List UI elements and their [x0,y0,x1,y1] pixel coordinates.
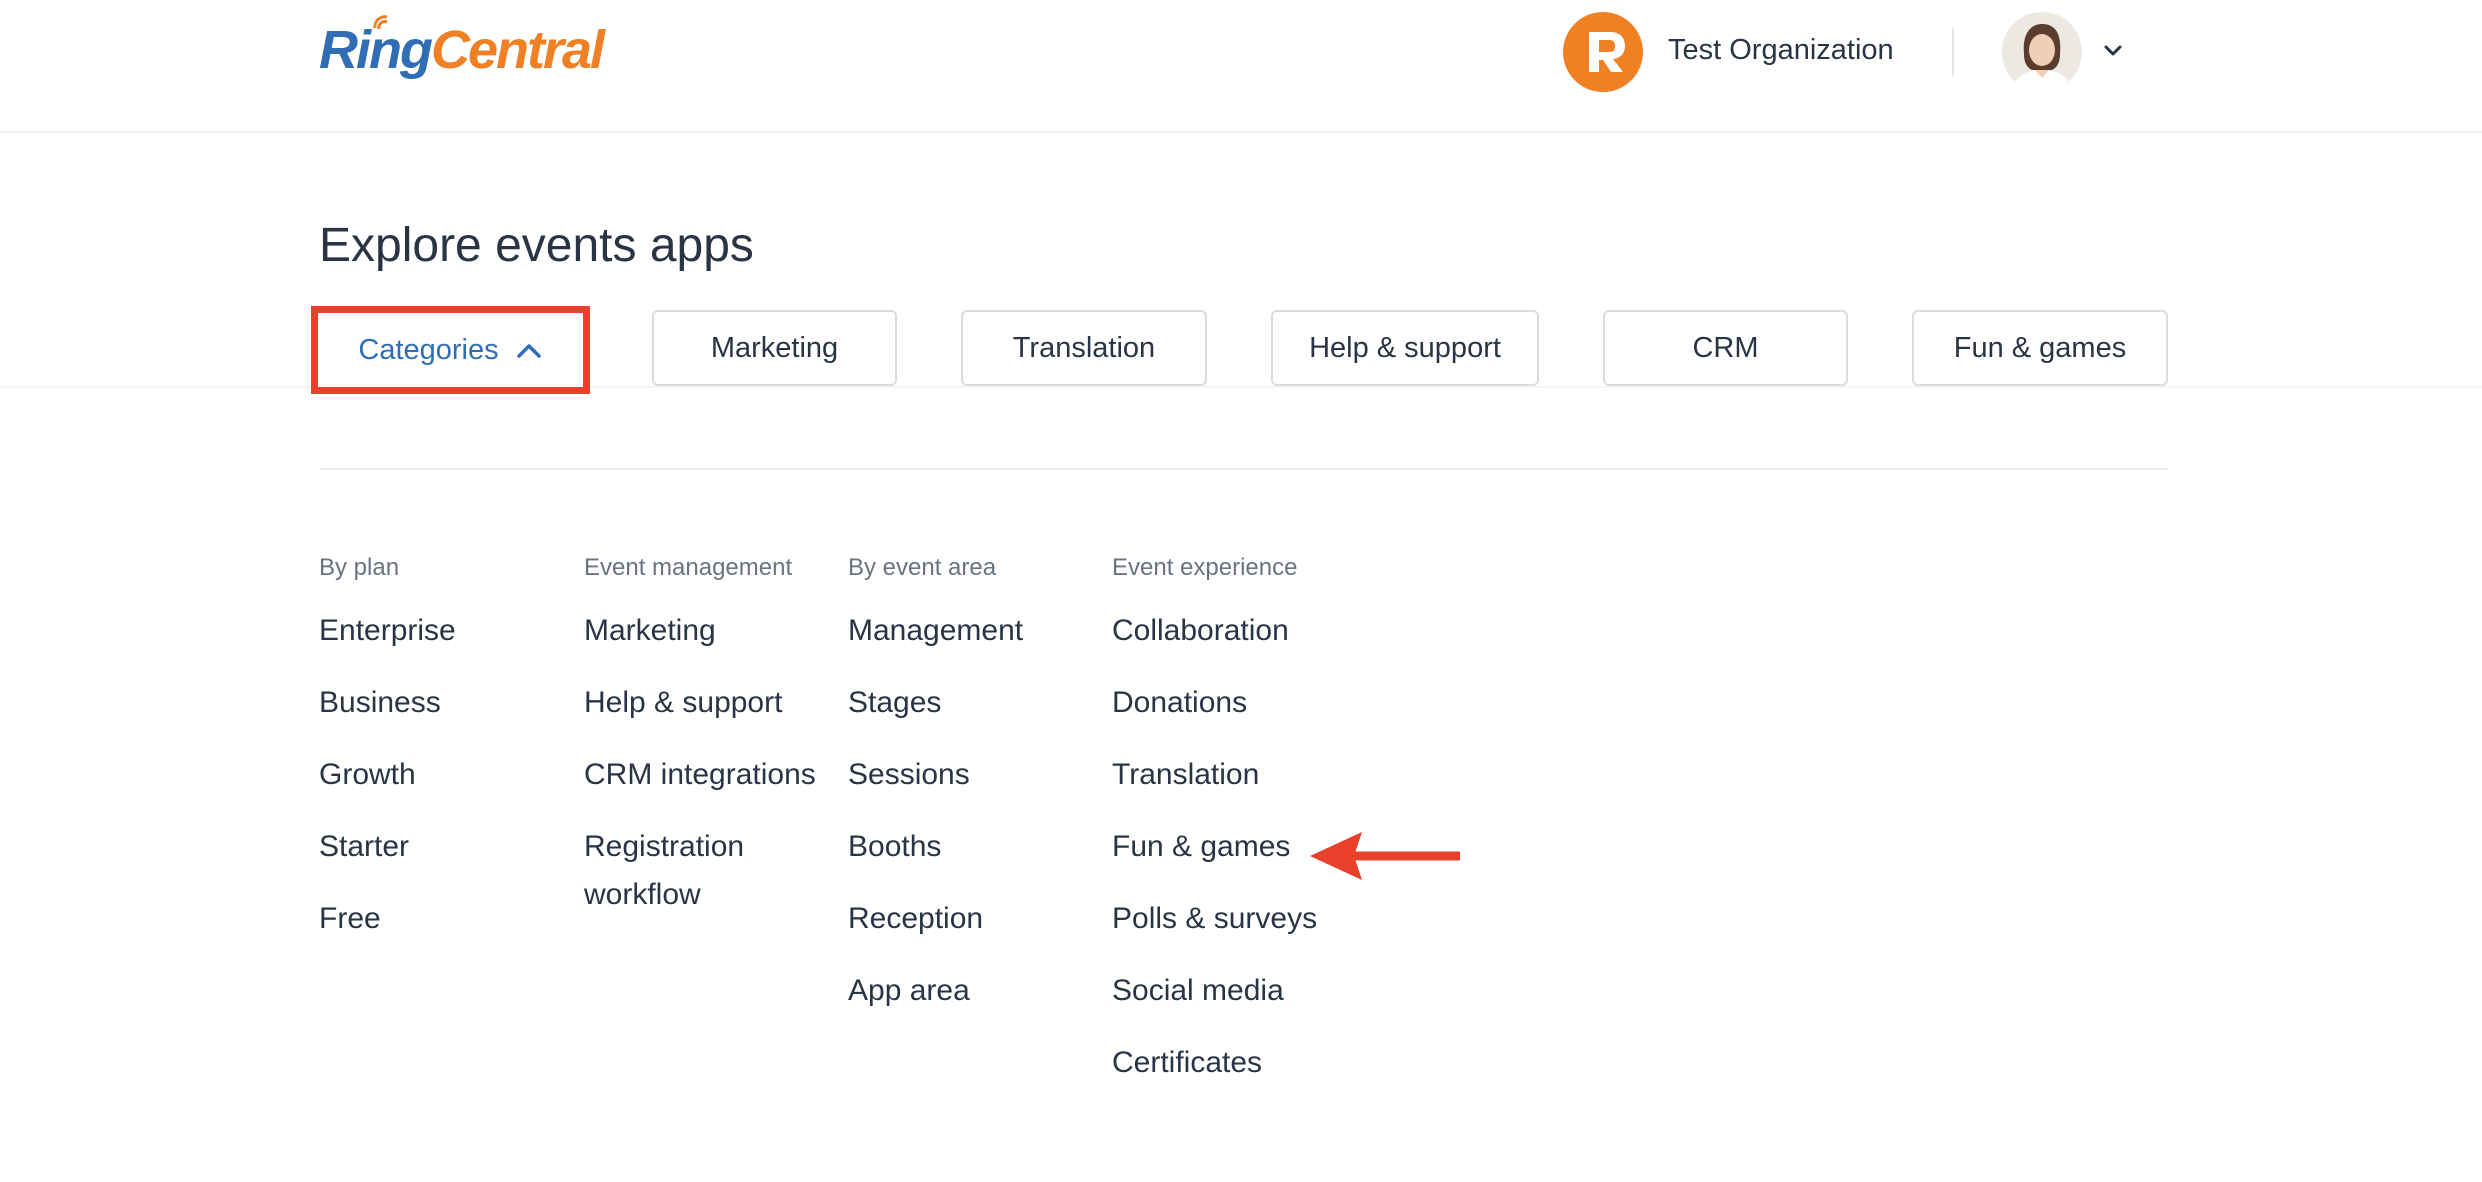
org-logo-icon [1589,32,1625,72]
column-heading: Event experience [1112,554,1298,581]
header-divider [1952,28,1954,76]
tab-marketing[interactable]: Marketing [652,310,897,386]
column-heading: By event area [848,554,997,581]
org-avatar[interactable] [1563,12,1643,92]
category-link[interactable]: Translation [1112,751,1412,799]
tab-help-support[interactable]: Help & support [1271,310,1539,386]
user-avatar[interactable] [2002,12,2082,92]
category-link[interactable]: Stages [848,679,1098,727]
category-column-by-plan: By plan Enterprise Business Growth Start… [319,548,569,967]
tab-categories[interactable]: Categories [311,306,590,394]
category-link[interactable]: App area [848,967,1098,1015]
category-link[interactable]: Polls & surveys [1112,895,1412,943]
section-divider [319,468,2168,470]
ringcentral-logo[interactable]: RingCentral [319,15,605,82]
tab-translation[interactable]: Translation [961,310,1207,386]
category-link[interactable]: Donations [1112,679,1412,727]
category-link[interactable]: Starter [319,823,569,871]
user-photo-icon [2002,12,2082,92]
category-link[interactable]: Free [319,895,569,943]
category-link[interactable]: Registration workflow [584,823,834,919]
category-link[interactable]: Booths [848,823,1098,871]
category-link[interactable]: Marketing [584,607,834,655]
category-link[interactable]: Management [848,607,1098,655]
tab-categories-label: Categories [358,333,499,366]
category-column-by-event-area: By event area Management Stages Sessions… [848,548,1098,1039]
tab-crm[interactable]: CRM [1603,310,1848,386]
category-link[interactable]: Enterprise [319,607,569,655]
column-heading: Event management [584,554,793,581]
category-link[interactable]: Reception [848,895,1098,943]
category-link[interactable]: Collaboration [1112,607,1412,655]
annotation-arrow-icon [1310,832,1460,880]
org-name[interactable]: Test Organization [1668,30,1894,70]
category-link[interactable]: Social media [1112,967,1412,1015]
category-link[interactable]: Sessions [848,751,1098,799]
category-column-event-management: Event management Marketing Help & suppor… [584,548,834,943]
category-link[interactable]: CRM integrations [584,751,834,799]
page-title: Explore events apps [319,219,754,272]
chevron-down-icon[interactable] [2100,38,2126,64]
top-bar: RingCentral Test Organization [0,0,2482,133]
column-heading: By plan [319,554,400,581]
category-link[interactable]: Business [319,679,569,727]
wifi-icon [373,15,388,30]
tab-fun-games[interactable]: Fun & games [1912,310,2168,386]
category-link[interactable]: Growth [319,751,569,799]
category-link[interactable]: Certificates [1112,1039,1412,1087]
chevron-up-icon [516,344,541,358]
logo-text-central: Central [430,20,605,80]
category-link[interactable]: Help & support [584,679,834,727]
